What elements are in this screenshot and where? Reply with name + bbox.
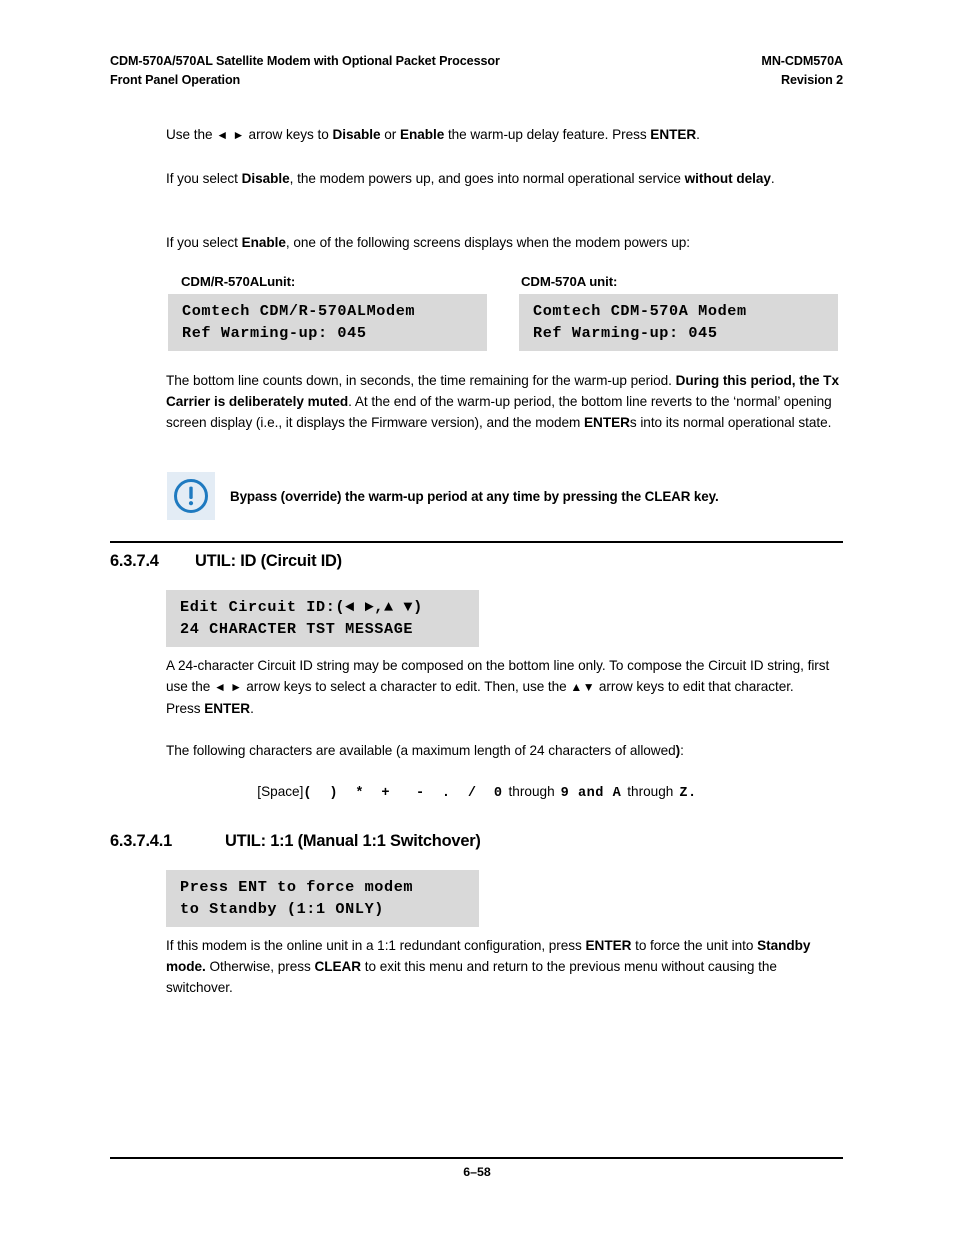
p6-text-2: :	[680, 743, 684, 758]
document-page: CDM-570A/570AL Satellite Modem with Opti…	[0, 0, 954, 1235]
p6-text-1: The following characters are available (…	[166, 743, 676, 758]
heading-title: UTIL: 1:1 (Manual 1:1 Switchover)	[225, 832, 481, 850]
header-revision: Revision 2	[781, 73, 843, 87]
p3-bold-enable: Enable	[241, 235, 286, 250]
p7-bold-clear: CLEAR	[314, 959, 362, 975]
p1-text-3: or	[380, 127, 400, 142]
footer-page-number: 6–58	[463, 1165, 491, 1179]
lcd-line-1: Comtech CDM-570A Modem	[533, 302, 747, 320]
note-text: Bypass (override) the warm-up period at …	[230, 489, 719, 504]
left-right-arrow-icon: ◄ ►	[213, 680, 243, 695]
heading-rule	[110, 541, 843, 543]
space-label: [Space]	[257, 784, 304, 799]
p4-text-3: s into its normal operational state.	[629, 415, 832, 431]
p4-text-1: The bottom line counts down, in seconds,…	[166, 373, 676, 388]
lcd-caption-cdm570a: CDM-570A unit:	[521, 274, 618, 289]
lcd-screen-warmup-cdmr570al: Comtech CDM/R-570ALModem Ref Warming-up:…	[168, 294, 487, 351]
through-label-1: through	[508, 784, 555, 799]
lcd-line-1: Edit Circuit ID:(◄ ►,▲ ▼)	[180, 598, 423, 616]
p5-text-4: .	[250, 701, 254, 717]
lcd-line-1: Press ENT to force modem	[180, 878, 414, 896]
p5-text-2: arrow keys to select a character to edit…	[242, 679, 571, 695]
p2-text-1: If you select	[166, 171, 242, 186]
p7-text-2: to force the unit into	[631, 938, 758, 953]
p1-text-4: the warm-up delay feature. Press	[444, 127, 651, 142]
p1-text-1: Use the	[166, 127, 217, 142]
lcd-line-2: to Standby (1:1 ONLY)	[180, 900, 384, 918]
heading-number: 6.3.7.4.1	[110, 832, 172, 850]
heading-util-id: 6.3.7.4 UTIL: ID (Circuit ID)	[110, 552, 342, 571]
character-set-line: [Space]( ) * + - . / 0 through 9 and A thro…	[0, 781, 954, 804]
p4-bold-enter: ENTER	[584, 415, 630, 431]
information-icon	[174, 479, 208, 513]
lcd-screen-circuit-id: Edit Circuit ID:(◄ ►,▲ ▼) 24 CHARACTER T…	[166, 590, 479, 647]
lcd-screen-warmup-cdm570a: Comtech CDM-570A Modem Ref Warming-up: 0…	[519, 294, 838, 351]
paragraph-circuit-id-compose: A 24-character Circuit ID string may be …	[166, 655, 831, 720]
p1-bold-enter: ENTER	[650, 127, 697, 142]
header-section-title: Front Panel Operation	[110, 73, 241, 87]
heading-util-switchover: 6.3.7.4.1 UTIL: 1:1 (Manual 1:1 Switchov…	[110, 832, 481, 851]
paragraph-enable-behavior: If you select Enable, one of the followi…	[166, 232, 846, 253]
p7-text-1: If this modem is the online unit in a 1:…	[166, 938, 586, 953]
p1-text-2: arrow keys to	[244, 127, 333, 142]
end-character-z: Z.	[679, 786, 697, 801]
digits-and-letters: 9 and A	[560, 786, 622, 801]
p3-text-2: , one of the following screens displays …	[285, 235, 690, 250]
lcd-caption-cdmr570al: CDM/R-570ALunit:	[181, 274, 296, 289]
paragraph-disable-behavior: If you select Disable, the modem powers …	[166, 168, 821, 189]
lcd-line-1: Comtech CDM/R-570ALModem	[182, 302, 416, 320]
paragraph-available-characters: The following characters are available (…	[166, 740, 846, 761]
header-left-block: CDM-570A/570AL Satellite Modem with Opti…	[110, 52, 500, 90]
symbol-characters: ( ) * + - . / 0	[303, 786, 503, 801]
p1-text-5: .	[696, 127, 700, 142]
left-right-arrow-icon: ◄ ►	[216, 128, 245, 142]
up-down-arrow-icon: ▲▼	[570, 680, 596, 695]
p1-bold-disable: Disable	[332, 127, 381, 142]
header-right-block: MN-CDM570A Revision 2	[761, 52, 843, 90]
page-header: CDM-570A/570AL Satellite Modem with Opti…	[110, 52, 843, 90]
p7-bold-enter: ENTER	[585, 938, 632, 953]
p2-text-3: .	[770, 171, 775, 186]
lcd-screen-switchover: Press ENT to force modem to Standby (1:1…	[166, 870, 479, 927]
p2-text-2: , the modem powers up, and goes into nor…	[289, 171, 685, 186]
header-document-title: CDM-570A/570AL Satellite Modem with Opti…	[110, 54, 500, 68]
through-label-2: through	[627, 784, 674, 799]
paragraph-countdown-behavior: The bottom line counts down, in seconds,…	[166, 370, 846, 434]
lcd-line-2: Ref Warming-up: 045	[533, 324, 718, 342]
paragraph-warmup-keys: Use the ◄ ► arrow keys to Disable or Ena…	[166, 124, 846, 146]
note-icon-container	[167, 472, 215, 520]
p2-bold-disable: Disable	[241, 171, 290, 186]
footer-rule	[110, 1157, 843, 1159]
heading-number: 6.3.7.4	[110, 552, 159, 570]
p3-text-1: If you select	[166, 235, 242, 250]
lcd-line-2: 24 CHARACTER TST MESSAGE	[180, 620, 414, 638]
p1-bold-enable: Enable	[399, 127, 445, 142]
p2-bold-without-delay: without delay	[684, 171, 771, 186]
heading-title: UTIL: ID (Circuit ID)	[195, 552, 342, 570]
header-document-number: MN-CDM570A	[761, 54, 843, 68]
p7-text-3: Otherwise, press	[205, 959, 315, 975]
lcd-line-2: Ref Warming-up: 045	[182, 324, 367, 342]
p5-bold-enter: ENTER	[204, 701, 251, 717]
paragraph-switchover-behavior: If this modem is the online unit in a 1:…	[166, 935, 844, 999]
